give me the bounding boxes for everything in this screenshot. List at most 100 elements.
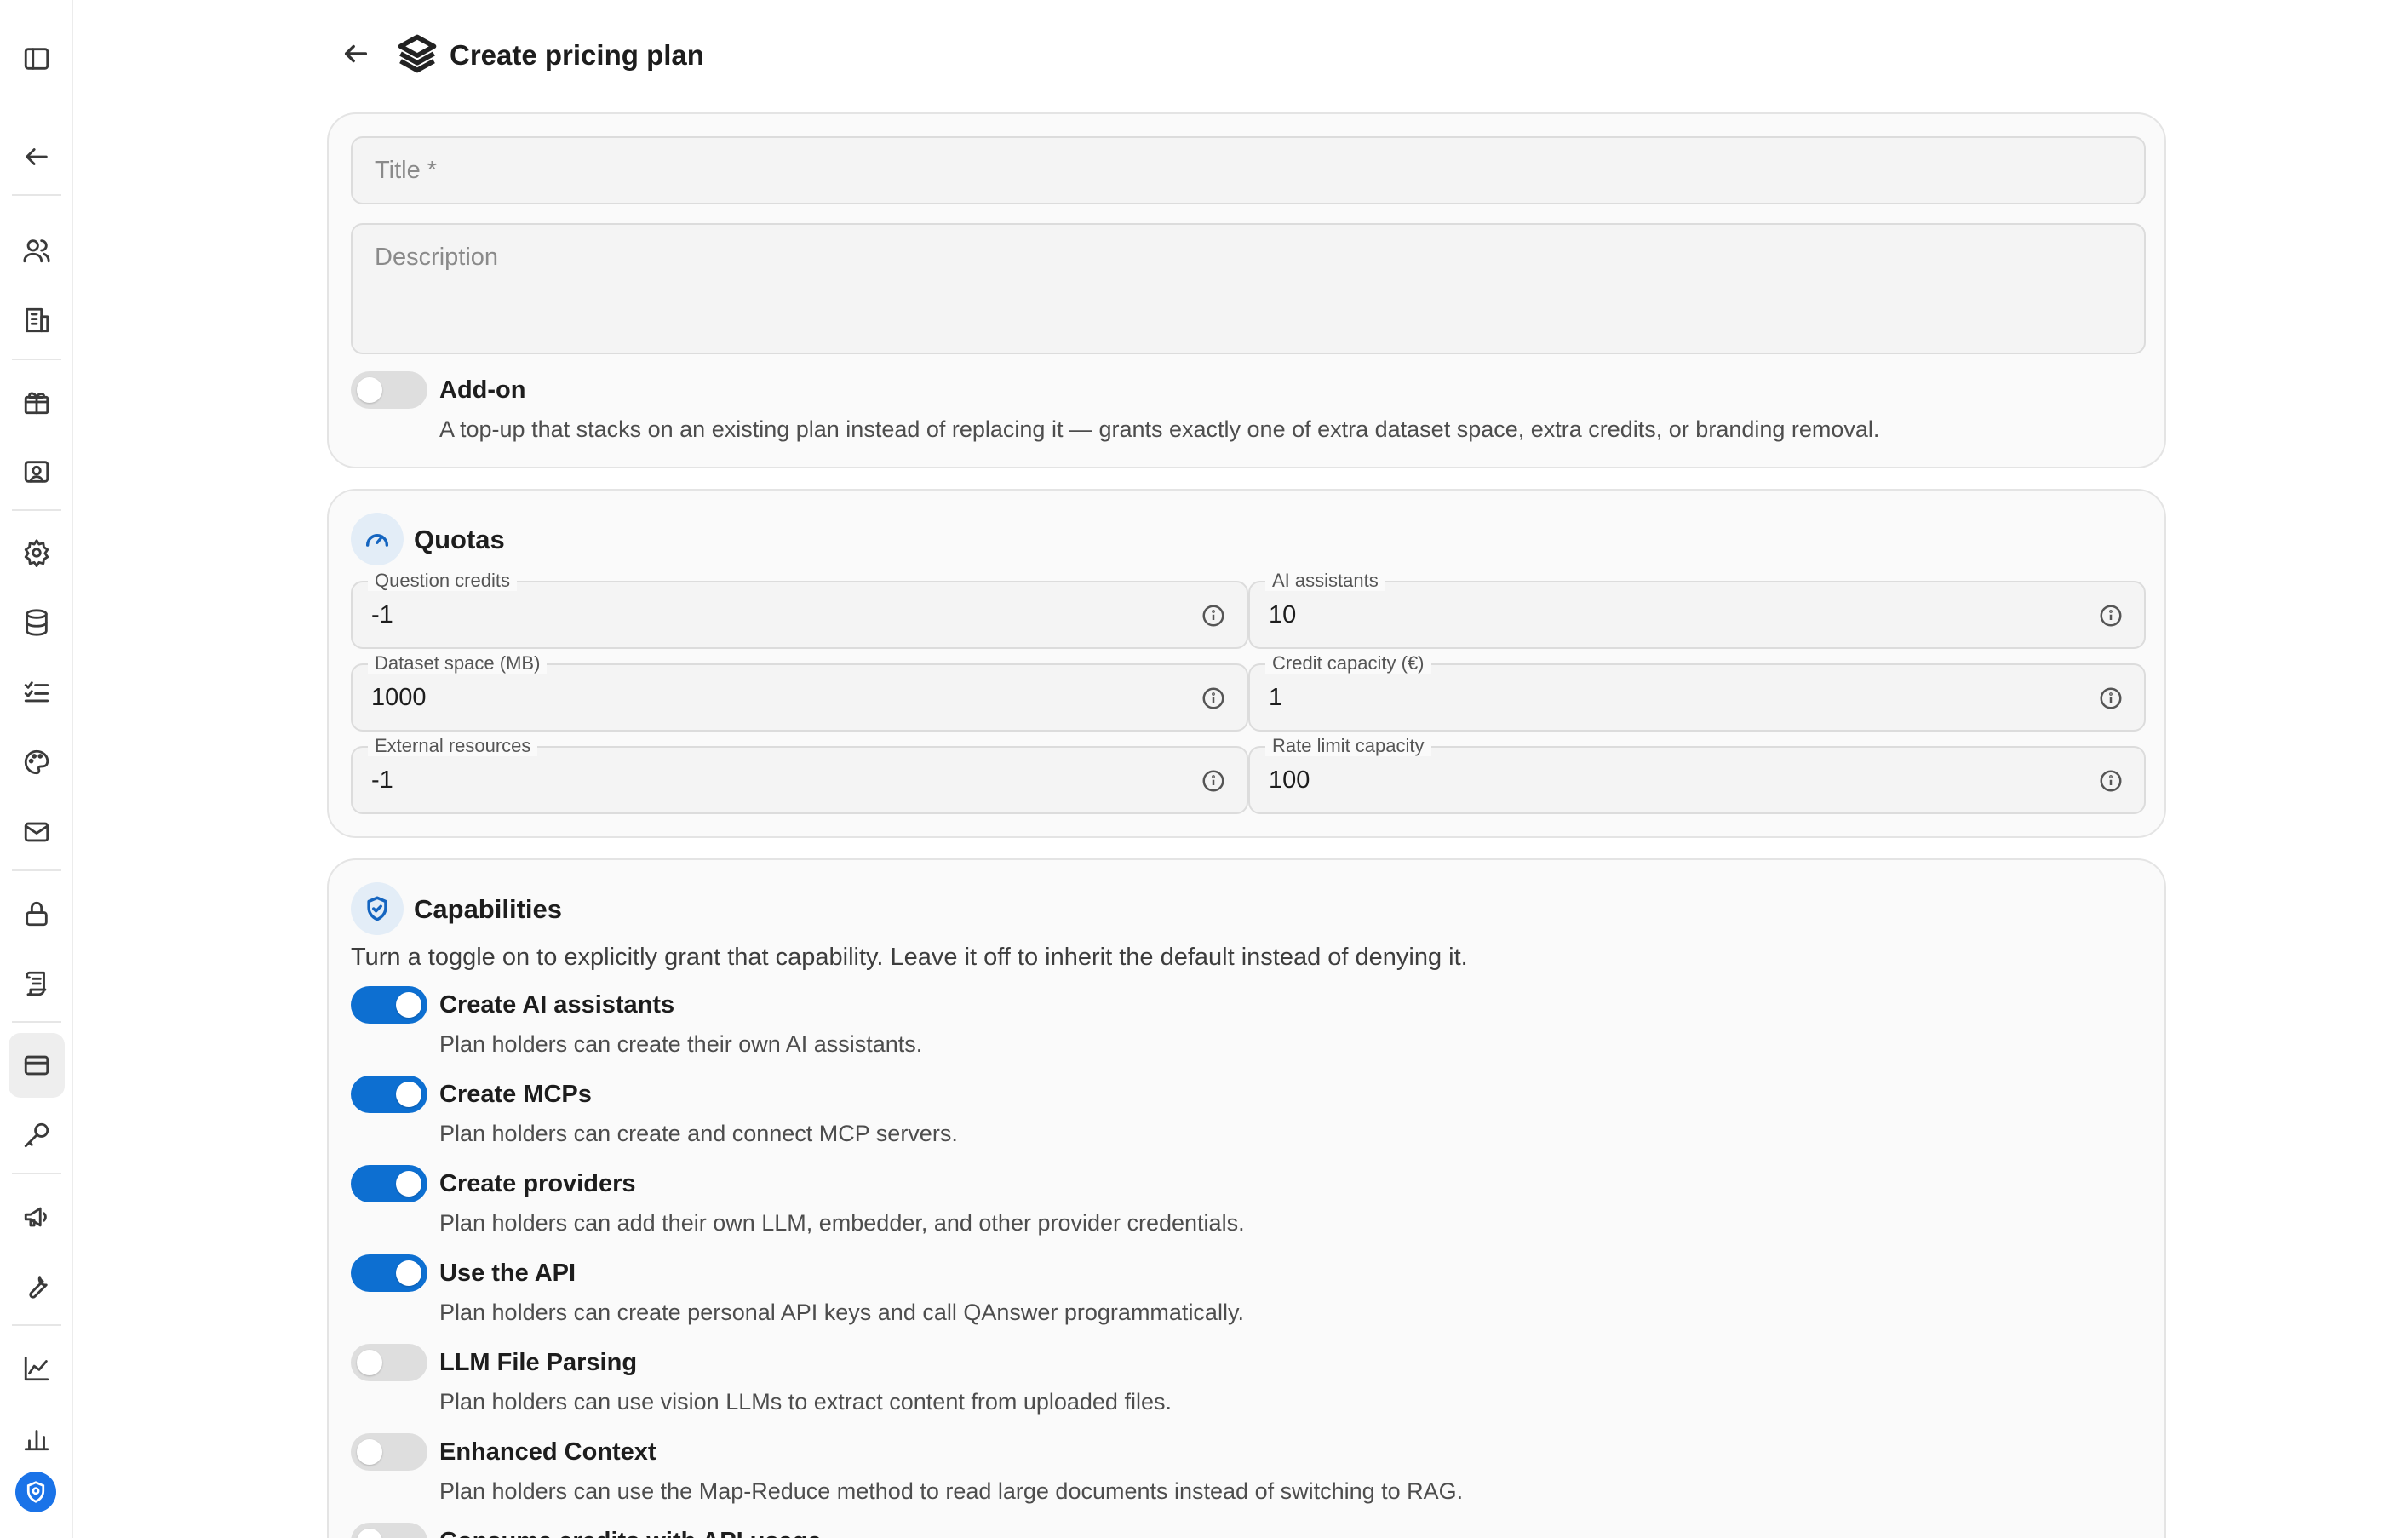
wrench-icon[interactable] xyxy=(19,1269,54,1305)
megaphone-icon[interactable] xyxy=(19,1199,54,1235)
field-label: Dataset space (MB) xyxy=(368,653,548,674)
addon-label: Add-on xyxy=(439,376,526,404)
general-card: Title * Description Add-on A top-up that… xyxy=(327,112,2166,468)
lock-icon[interactable] xyxy=(19,896,54,932)
field-label: Rate limit capacity xyxy=(1265,736,1431,756)
field-label: Question credits xyxy=(368,571,517,591)
capabilities-title: Capabilities xyxy=(414,894,562,924)
page-title: Create pricing plan xyxy=(450,39,704,71)
palette-icon[interactable] xyxy=(19,744,54,780)
layers-icon xyxy=(395,32,439,80)
question-credits-field[interactable]: Question credits -1 xyxy=(351,571,1248,649)
capability-label: LLM File Parsing xyxy=(439,1349,638,1376)
sidebar xyxy=(0,0,73,1538)
admin-shield-icon[interactable] xyxy=(15,1472,56,1512)
capability-toggle[interactable] xyxy=(351,1523,427,1538)
capability-label: Consume credits with API usage xyxy=(439,1528,822,1538)
toggle-knob xyxy=(396,992,421,1018)
bar-chart-icon[interactable] xyxy=(19,1420,54,1456)
dataset-space-field[interactable]: Dataset space (MB) 1000 xyxy=(351,653,1248,732)
gear-icon[interactable] xyxy=(19,535,54,571)
capability-toggle[interactable] xyxy=(351,1433,427,1471)
field-value: -1 xyxy=(371,601,393,628)
toggle-knob xyxy=(396,1260,421,1286)
line-chart-icon[interactable] xyxy=(19,1351,54,1386)
checklist-icon[interactable] xyxy=(19,674,54,710)
field-label: AI assistants xyxy=(1265,571,1385,591)
info-icon[interactable] xyxy=(1201,768,1226,794)
gift-icon[interactable] xyxy=(19,384,54,420)
toggle-knob xyxy=(396,1171,421,1197)
arrow-left-icon xyxy=(341,39,370,72)
shield-check-icon xyxy=(351,882,404,935)
users-icon[interactable] xyxy=(19,232,54,268)
sidebar-toggle-icon[interactable] xyxy=(19,41,54,77)
capability-toggle[interactable] xyxy=(351,1165,427,1202)
info-icon[interactable] xyxy=(2098,603,2124,628)
capability-label: Create AI assistants xyxy=(439,991,675,1019)
toggle-knob xyxy=(357,1350,382,1375)
addon-description: A top-up that stacks on an existing plan… xyxy=(439,416,1880,442)
scroll-icon[interactable] xyxy=(19,966,54,1001)
info-icon[interactable] xyxy=(2098,768,2124,794)
capability-label: Create MCPs xyxy=(439,1081,592,1108)
field-label: External resources xyxy=(368,736,538,756)
gauge-icon xyxy=(351,513,404,565)
quotas-card: Quotas Question credits -1 AI assistants… xyxy=(327,489,2166,838)
sidebar-divider xyxy=(12,1021,61,1023)
description-placeholder: Description xyxy=(375,244,499,271)
sidebar-divider xyxy=(12,869,61,871)
capability-description: Plan holders can create personal API key… xyxy=(439,1300,1244,1325)
title-input[interactable]: Title * xyxy=(351,136,2146,204)
field-value: 1000 xyxy=(371,684,427,711)
toggle-knob xyxy=(357,1439,382,1465)
assistant-icon[interactable] xyxy=(19,454,54,490)
page-header: Create pricing plan xyxy=(337,34,704,77)
toggle-knob xyxy=(357,377,382,403)
capability-description: Plan holders can use vision LLMs to extr… xyxy=(439,1389,1172,1415)
sidebar-divider xyxy=(12,359,61,360)
capability-description: Plan holders can create and connect MCP … xyxy=(439,1121,958,1146)
info-icon[interactable] xyxy=(1201,686,1226,711)
back-button[interactable] xyxy=(337,37,375,74)
capability-label: Enhanced Context xyxy=(439,1438,656,1466)
capability-toggle[interactable] xyxy=(351,1076,427,1113)
sidebar-divider xyxy=(12,1173,61,1174)
organizations-icon[interactable] xyxy=(19,302,54,338)
capability-description: Plan holders can add their own LLM, embe… xyxy=(439,1210,1245,1236)
capability-description: Plan holders can use the Map-Reduce meth… xyxy=(439,1478,1464,1504)
credit-card-icon[interactable] xyxy=(19,1047,54,1083)
field-value: 1 xyxy=(1269,684,1283,711)
capability-label: Use the API xyxy=(439,1260,576,1287)
credit-capacity-field[interactable]: Credit capacity (€) 1 xyxy=(1248,653,2146,732)
field-value: 10 xyxy=(1269,601,1297,628)
title-placeholder: Title * xyxy=(375,157,438,184)
arrow-left-icon[interactable] xyxy=(19,139,54,175)
rate-limit-capacity-field[interactable]: Rate limit capacity 100 xyxy=(1248,736,2146,814)
quotas-title: Quotas xyxy=(414,525,505,554)
field-value: -1 xyxy=(371,766,393,794)
sidebar-divider xyxy=(12,1324,61,1326)
capability-label: Create providers xyxy=(439,1170,636,1197)
database-icon[interactable] xyxy=(19,605,54,640)
sidebar-divider xyxy=(12,509,61,511)
capability-toggle[interactable] xyxy=(351,986,427,1024)
key-icon[interactable] xyxy=(19,1117,54,1153)
capabilities-card: Capabilities Turn a toggle on to explici… xyxy=(327,858,2166,1538)
ai-assistants-field[interactable]: AI assistants 10 xyxy=(1248,571,2146,649)
info-icon[interactable] xyxy=(2098,686,2124,711)
field-value: 100 xyxy=(1269,766,1310,794)
capability-toggle[interactable] xyxy=(351,1344,427,1381)
capability-toggle[interactable] xyxy=(351,1254,427,1292)
field-label: Credit capacity (€) xyxy=(1265,653,1431,674)
toggle-knob xyxy=(357,1529,382,1538)
capabilities-intro: Turn a toggle on to explicitly grant tha… xyxy=(351,944,1468,971)
description-textarea[interactable]: Description xyxy=(351,223,2146,354)
toggle-knob xyxy=(396,1082,421,1107)
sidebar-divider xyxy=(12,194,61,196)
info-icon[interactable] xyxy=(1201,603,1226,628)
addon-toggle[interactable] xyxy=(351,371,427,409)
external-resources-field[interactable]: External resources -1 xyxy=(351,736,1248,814)
capability-description: Plan holders can create their own AI ass… xyxy=(439,1031,923,1057)
mail-icon[interactable] xyxy=(19,814,54,850)
